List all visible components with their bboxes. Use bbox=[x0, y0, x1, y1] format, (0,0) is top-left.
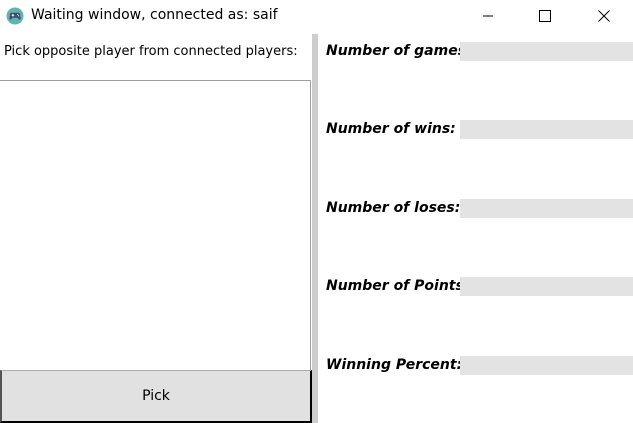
maximize-button[interactable] bbox=[522, 0, 568, 33]
stat-value-games bbox=[460, 42, 633, 61]
stat-label-winning-percent: Winning Percent: bbox=[326, 357, 463, 373]
stat-row-winning-percent: Winning Percent: bbox=[318, 356, 633, 376]
window-title: Waiting window, connected as: saif bbox=[31, 7, 278, 23]
connected-players-list[interactable] bbox=[0, 80, 311, 370]
stat-value-winning-percent bbox=[460, 356, 633, 375]
stat-label-loses: Number of loses: bbox=[326, 200, 461, 216]
close-icon bbox=[598, 7, 610, 26]
stat-row-loses: Number of loses: bbox=[318, 199, 633, 219]
stat-row-wins: Number of wins: bbox=[318, 120, 633, 140]
minimize-button[interactable] bbox=[465, 0, 511, 33]
pick-button[interactable]: Pick bbox=[0, 370, 312, 423]
stat-row-games: Number of games: bbox=[318, 42, 633, 62]
title-bar[interactable]: Waiting window, connected as: saif bbox=[0, 0, 633, 34]
minimize-icon bbox=[482, 7, 494, 26]
stat-value-points bbox=[460, 277, 633, 296]
stat-value-loses bbox=[460, 199, 633, 218]
gamepad-icon bbox=[6, 7, 24, 25]
stat-label-wins: Number of wins: bbox=[326, 121, 456, 137]
stat-label-games: Number of games: bbox=[326, 43, 472, 59]
player-picker-pane: Pick opposite player from connected play… bbox=[0, 34, 312, 423]
close-button[interactable] bbox=[581, 0, 627, 33]
stat-value-wins bbox=[460, 120, 633, 139]
player-stats-pane: Number of games: Number of wins: Number … bbox=[318, 34, 633, 423]
pick-player-label: Pick opposite player from connected play… bbox=[4, 44, 298, 59]
waiting-window: Waiting window, connected as: saif Pick … bbox=[0, 0, 633, 423]
stat-row-points: Number of Points: bbox=[318, 277, 633, 297]
maximize-icon bbox=[539, 7, 551, 26]
stat-label-points: Number of Points: bbox=[326, 278, 470, 294]
